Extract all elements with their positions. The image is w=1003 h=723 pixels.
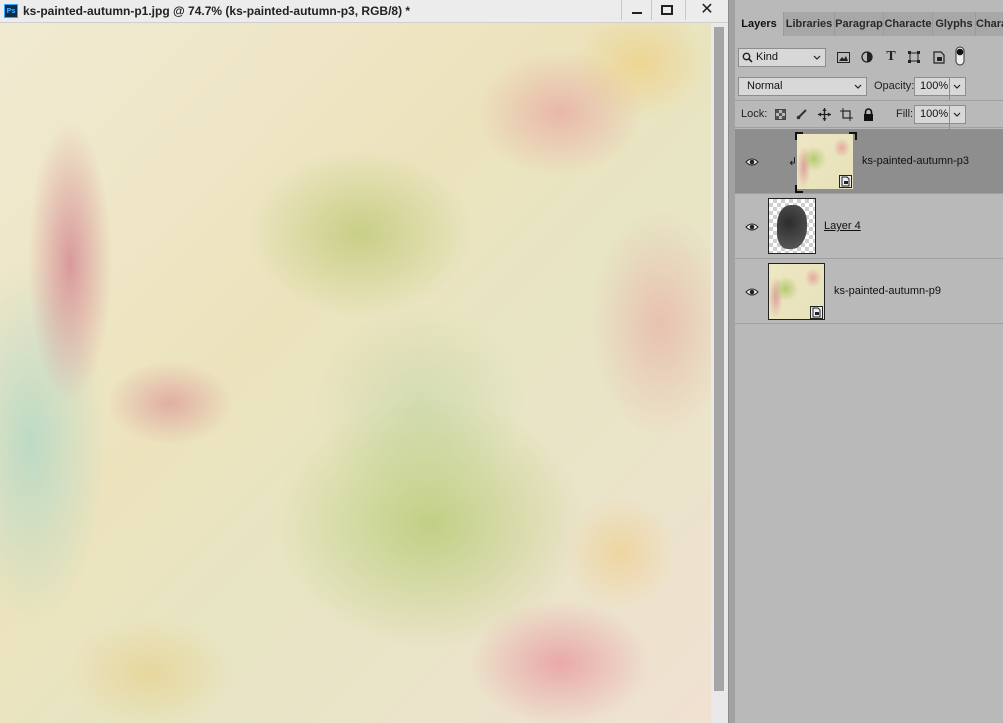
minimize-icon [632,12,642,14]
layer-filter-row: Kind T [735,46,1003,68]
filter-toggle-icon[interactable] [955,46,965,66]
lock-image-pixels-icon[interactable] [794,106,810,122]
photoshop-logo-icon: Ps [4,4,18,18]
layer-name[interactable]: ks-painted-autumn-p3 [862,155,969,167]
filter-type-layers-icon[interactable]: T [883,49,899,65]
smart-object-icon [839,175,852,188]
filter-adjustment-layers-icon[interactable] [859,49,875,65]
blend-mode-select[interactable]: Normal [738,77,867,96]
vertical-scrollbar[interactable] [711,23,728,723]
blend-mode-row: Normal Opacity: 100% [735,75,1003,101]
lock-artboard-icon[interactable] [838,106,854,122]
lock-label: Lock: [741,108,768,120]
scrollbar-thumb[interactable] [714,27,724,691]
layer-name[interactable]: ks-painted-autumn-p9 [834,285,941,297]
fill-label: Fill: [896,108,914,120]
layer-row[interactable]: ks-painted-autumn-p9 [735,259,1003,324]
filter-pixel-layers-icon[interactable] [835,49,851,65]
filter-smart-objects-icon[interactable] [931,49,947,65]
eye-icon[interactable] [745,157,759,167]
tab-character[interactable]: Characte [884,12,933,36]
tab-libraries[interactable]: Libraries [784,12,835,36]
selection-corner [795,132,803,140]
fill-field[interactable]: 100% [914,105,966,129]
lock-row: Lock: Fill: 100% [735,103,1003,129]
opacity-field[interactable]: 100% [914,77,966,101]
opacity-value: 100% [920,80,949,92]
selection-corner [849,132,857,140]
layer-row[interactable]: Layer 4 [735,194,1003,259]
clipping-mask-icon: ↲ [788,156,798,168]
maximize-icon [661,5,673,15]
eye-icon[interactable] [745,287,759,297]
layer-row[interactable]: ↲ ks-painted-autumn-p3 [735,129,1003,194]
eye-icon[interactable] [745,222,759,232]
minimize-button[interactable] [621,0,652,20]
panel-divider [735,127,1003,128]
chevron-down-icon[interactable] [949,106,961,129]
tab-paragraph[interactable]: Paragrap [835,12,884,36]
tab-layers[interactable]: Layers [735,12,784,36]
blend-mode-value: Normal [747,80,783,92]
document-window: Ps ks-painted-autumn-p1.jpg @ 74.7% (ks-… [0,0,729,723]
chevron-down-icon [813,49,821,72]
document-title-bar[interactable]: Ps ks-painted-autumn-p1.jpg @ 74.7% (ks-… [0,0,728,23]
lock-all-icon[interactable] [860,106,876,122]
chevron-down-icon[interactable] [949,78,961,101]
search-icon [740,49,754,66]
filter-kind-select[interactable]: Kind [738,48,826,67]
selection-corner [795,185,803,193]
filter-kind-label: Kind [756,51,779,63]
document-canvas[interactable] [0,23,711,723]
fill-value: 100% [920,108,949,120]
close-button[interactable]: ✕ [685,0,728,20]
maximize-button[interactable] [651,0,682,20]
panel-divider [735,100,1003,101]
lock-position-icon[interactable] [816,106,832,122]
document-title: ks-painted-autumn-p1.jpg @ 74.7% (ks-pai… [23,4,411,18]
smart-object-icon [810,306,823,319]
filter-shape-layers-icon[interactable] [906,49,922,65]
tab-character-styles[interactable]: Chara [976,12,1003,36]
opacity-label: Opacity: [874,80,915,92]
layer-thumbnail [768,198,816,254]
lock-transparent-pixels-icon[interactable] [772,106,788,122]
panel-tab-bar: Layers Libraries Paragrap Characte Glyph… [735,12,1003,36]
tab-glyphs[interactable]: Glyphs [933,12,976,36]
close-icon: ✕ [700,1,714,18]
layer-name[interactable]: Layer 4 [824,220,861,232]
chevron-down-icon [854,78,862,101]
layer-thumbnail-content [777,205,807,249]
